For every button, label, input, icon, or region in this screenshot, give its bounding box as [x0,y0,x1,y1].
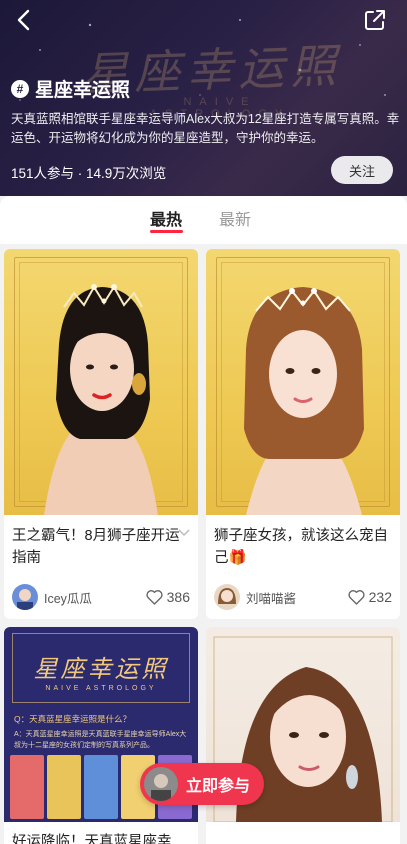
post-card[interactable]: 星座幸运照 NAIVE ASTROLOGY Q：天真蓝星座幸运照是什么？ A：天… [4,627,198,844]
join-button[interactable]: 立即参与 [140,763,264,805]
author-name[interactable]: 刘喵喵酱 [246,588,348,607]
topic-title-text: 星座幸运照 [35,80,131,101]
back-button[interactable] [10,6,38,34]
post-card[interactable]: 王之霸气！8月狮子座开运指南 Icey瓜瓜 386 [4,249,198,619]
post-title-text: 狮子座女孩，就该这么宠自己🎁 [214,528,388,566]
chevron-left-icon [17,9,30,31]
post-meta: Icey瓜瓜 386 [4,575,198,619]
post-title-text: 王之霸气！8月狮子座开运指南 [12,528,180,566]
post-title: 好运降临！天真蓝星座幸 [12,834,172,844]
like-button[interactable]: 386 [146,589,190,605]
poster-title: 星座幸运照 [33,655,169,683]
like-count: 232 [368,589,392,605]
topic-header: 星座幸运照 NAIVE ASTROLOGY # 星座幸运照 天真蓝照相馆联手星座… [0,0,407,196]
avatar [144,767,178,801]
topic-description: 天真蓝照相馆联手星座幸运导师Alex大叔为12星座打造专属写真照。幸运色、开运物… [11,112,400,145]
tab-hot[interactable]: 最热 [150,206,182,230]
feed-tabs: 最热 最新 [0,196,407,244]
active-tab-indicator [150,230,183,233]
topic-title: # 星座幸运照 [11,75,130,102]
like-count: 386 [166,589,190,605]
post-title: 王之霸气！8月狮子座开运指南 [4,515,198,573]
post-card[interactable]: 狮子座女孩，就该这么宠自己🎁 刘喵喵酱 232 [206,249,400,619]
post-cover-image [206,249,400,515]
heart-icon [146,589,163,605]
post-cover-image [4,249,198,515]
follow-button[interactable]: 关注 [331,156,393,184]
post-title: 狮子座女孩，就该这么宠自己🎁 [206,515,400,573]
poster-answer: A：天真蓝星座幸运照是天真蓝联手星座幸运导师Alex大叔为十二星座的女孩们定制的… [14,731,187,749]
like-button[interactable]: 232 [348,589,392,605]
portrait-illustration [244,287,364,515]
heart-icon [348,589,365,605]
share-icon [365,10,385,30]
share-button[interactable] [361,6,389,34]
join-button-label: 立即参与 [186,778,251,795]
post-card[interactable] [206,627,400,844]
portrait-illustration [44,284,158,515]
poster-question: Q：天真蓝星座幸运照是什么？ [14,714,132,724]
hashtag-icon: # [11,79,29,98]
topic-stats: 151人参与 · 14.9万次浏览 [11,166,167,181]
post-meta: 刘喵喵酱 232 [206,575,400,619]
avatar[interactable] [214,584,240,610]
poster-subtitle: NAIVE ASTROLOGY [45,685,157,692]
author-name[interactable]: Icey瓜瓜 [44,588,146,607]
chevron-down-icon[interactable] [178,529,190,537]
tab-new[interactable]: 最新 [219,206,251,230]
avatar[interactable] [12,584,38,610]
